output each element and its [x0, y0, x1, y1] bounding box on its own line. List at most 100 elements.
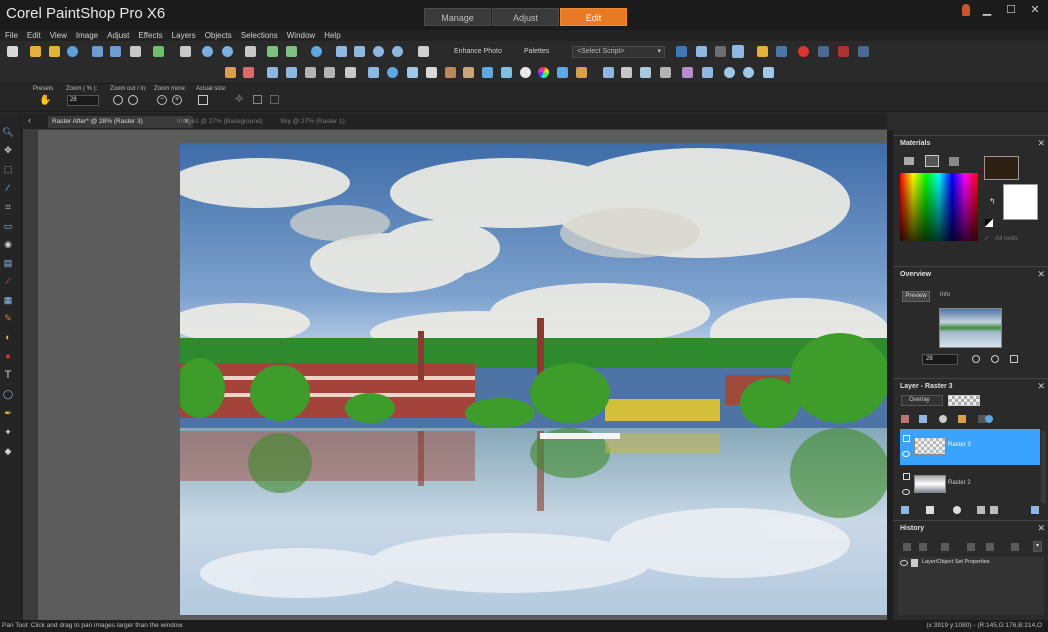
- print-icon[interactable]: [130, 46, 141, 57]
- menu-view[interactable]: View: [50, 30, 67, 41]
- resize-icon[interactable]: [180, 46, 191, 57]
- script-window-icon[interactable]: [732, 45, 744, 58]
- script-folder-icon[interactable]: [757, 46, 768, 57]
- menu-edit[interactable]: Edit: [27, 30, 41, 41]
- dropper-tool-icon[interactable]: ⁄: [2, 183, 14, 194]
- color-wheel-icon[interactable]: [538, 67, 549, 78]
- actual-size-icon[interactable]: [354, 46, 365, 57]
- pause-icon[interactable]: [818, 46, 829, 57]
- selection-tool-icon[interactable]: ⬚: [2, 164, 14, 175]
- swatches-tab-icon[interactable]: [949, 157, 959, 166]
- red-eye-icon[interactable]: [243, 67, 254, 78]
- blend-mode-dropdown[interactable]: Overlay: [901, 395, 943, 406]
- default-colors-icon[interactable]: [985, 219, 993, 227]
- actual-size-icon[interactable]: [1010, 355, 1018, 363]
- red-eye-tool-icon[interactable]: ◉: [2, 239, 14, 250]
- enhance-photo-menu[interactable]: Enhance Photo: [454, 48, 502, 55]
- hand-left-icon[interactable]: [267, 46, 278, 57]
- minimize-icon[interactable]: ▁: [980, 4, 994, 16]
- tab-edit[interactable]: Edit: [560, 8, 627, 26]
- zoom-out-button[interactable]: [113, 95, 123, 105]
- filter-m-icon[interactable]: [682, 67, 693, 78]
- share-icon[interactable]: [153, 46, 164, 57]
- triangle-icon[interactable]: [345, 67, 356, 78]
- save-to-script-icon[interactable]: [986, 543, 994, 551]
- opacity-slider[interactable]: [948, 395, 980, 406]
- filter-l-icon[interactable]: [660, 67, 671, 78]
- swap-colors-icon[interactable]: ↰: [989, 197, 996, 206]
- undo-icon[interactable]: [202, 46, 213, 57]
- zoom-more-plus-button[interactable]: +: [172, 95, 182, 105]
- filter-i-icon[interactable]: [603, 67, 614, 78]
- filter-d-icon[interactable]: [463, 67, 474, 78]
- smart-carver-icon[interactable]: ▦: [2, 295, 14, 306]
- color-spectrum[interactable]: [900, 173, 978, 241]
- tab-adjust[interactable]: Adjust: [492, 8, 559, 26]
- zoom-in-icon[interactable]: [991, 355, 999, 363]
- redo-icon[interactable]: [222, 46, 233, 57]
- curves-icon[interactable]: [324, 67, 335, 78]
- close-icon[interactable]: ✕: [1028, 4, 1042, 16]
- menu-effects[interactable]: Effects: [138, 30, 162, 41]
- sun-icon[interactable]: [520, 67, 531, 78]
- menu-image[interactable]: Image: [76, 30, 98, 41]
- text-tool-icon[interactable]: T: [2, 370, 14, 381]
- tab-manage[interactable]: Manage: [424, 8, 491, 26]
- filter-n-icon[interactable]: [702, 67, 713, 78]
- checkbox-all-tools[interactable]: ✓: [984, 234, 990, 242]
- script-stop-icon[interactable]: [776, 46, 787, 57]
- filter-e-icon[interactable]: [482, 67, 493, 78]
- filter-o-icon[interactable]: [724, 67, 735, 78]
- paint-brush-tool-icon[interactable]: ✎: [2, 313, 14, 324]
- copy-to-clipboard-icon[interactable]: [1011, 543, 1019, 551]
- crop-tool-icon[interactable]: ⌗: [2, 202, 14, 213]
- layer-options-icon[interactable]: [1031, 506, 1039, 514]
- frame-tab-icon[interactable]: [904, 157, 914, 165]
- record-icon[interactable]: [798, 46, 809, 57]
- filter-a-icon[interactable]: [407, 67, 418, 78]
- image-canvas[interactable]: [180, 143, 887, 615]
- levels-icon[interactable]: [305, 67, 316, 78]
- new-adjustment-layer-icon[interactable]: [977, 506, 985, 514]
- tab-preview[interactable]: Preview: [902, 291, 930, 302]
- select-script-dropdown[interactable]: <Select Script> ▾: [572, 46, 665, 58]
- cancel-record-icon[interactable]: [838, 46, 849, 57]
- tab-info[interactable]: Info: [934, 291, 956, 302]
- info-icon[interactable]: [311, 46, 322, 57]
- filter-k-icon[interactable]: [640, 67, 651, 78]
- undo-icon[interactable]: [903, 543, 911, 551]
- script-edit-icon[interactable]: [715, 46, 726, 57]
- overview-zoom-input[interactable]: 28: [922, 354, 958, 365]
- doc-tab-sky[interactable]: Sky @ 27% (Raster 1): [276, 116, 349, 128]
- delete-layer-icon[interactable]: [990, 506, 998, 514]
- filter-h-icon[interactable]: [576, 67, 587, 78]
- close-icon[interactable]: ✕: [1037, 381, 1045, 392]
- crop-icon[interactable]: [245, 46, 256, 57]
- zoom-tool-icon[interactable]: 🔍︎: [2, 127, 14, 138]
- new-file-icon[interactable]: [7, 46, 18, 57]
- lock-icon[interactable]: [958, 415, 966, 423]
- actual-size-button[interactable]: [198, 95, 208, 105]
- visibility-eye-icon[interactable]: [900, 560, 908, 566]
- menu-window[interactable]: Window: [287, 30, 315, 41]
- open-folder-icon[interactable]: [30, 46, 41, 57]
- smart-fix-icon[interactable]: [286, 67, 297, 78]
- refresh-icon[interactable]: [67, 46, 78, 57]
- visibility-eye-icon[interactable]: [902, 451, 910, 457]
- menu-objects[interactable]: Objects: [205, 30, 232, 41]
- filter-f-icon[interactable]: [501, 67, 512, 78]
- doc-tab-raster-after[interactable]: Raster After* @ 28% (Raster 3) ✕: [48, 116, 193, 128]
- close-icon[interactable]: ✕: [1037, 523, 1045, 534]
- hand-right-icon[interactable]: [286, 46, 297, 57]
- tabs-scroll-left-icon[interactable]: ‹: [28, 115, 31, 125]
- new-vector-layer-icon[interactable]: [926, 506, 934, 514]
- list-item[interactable]: Layer/Object Set Properties: [900, 559, 1040, 568]
- close-icon[interactable]: ✕: [1037, 138, 1045, 149]
- zoom-out-icon[interactable]: [373, 46, 384, 57]
- shape-tool-icon[interactable]: ◯: [2, 389, 14, 400]
- redo-icon[interactable]: [919, 543, 927, 551]
- hand-tool-icon[interactable]: ✋: [39, 95, 51, 106]
- fit-window-icon[interactable]: [336, 46, 347, 57]
- palettes-menu[interactable]: Palettes: [524, 48, 549, 55]
- new-raster-layer-icon[interactable]: [901, 506, 909, 514]
